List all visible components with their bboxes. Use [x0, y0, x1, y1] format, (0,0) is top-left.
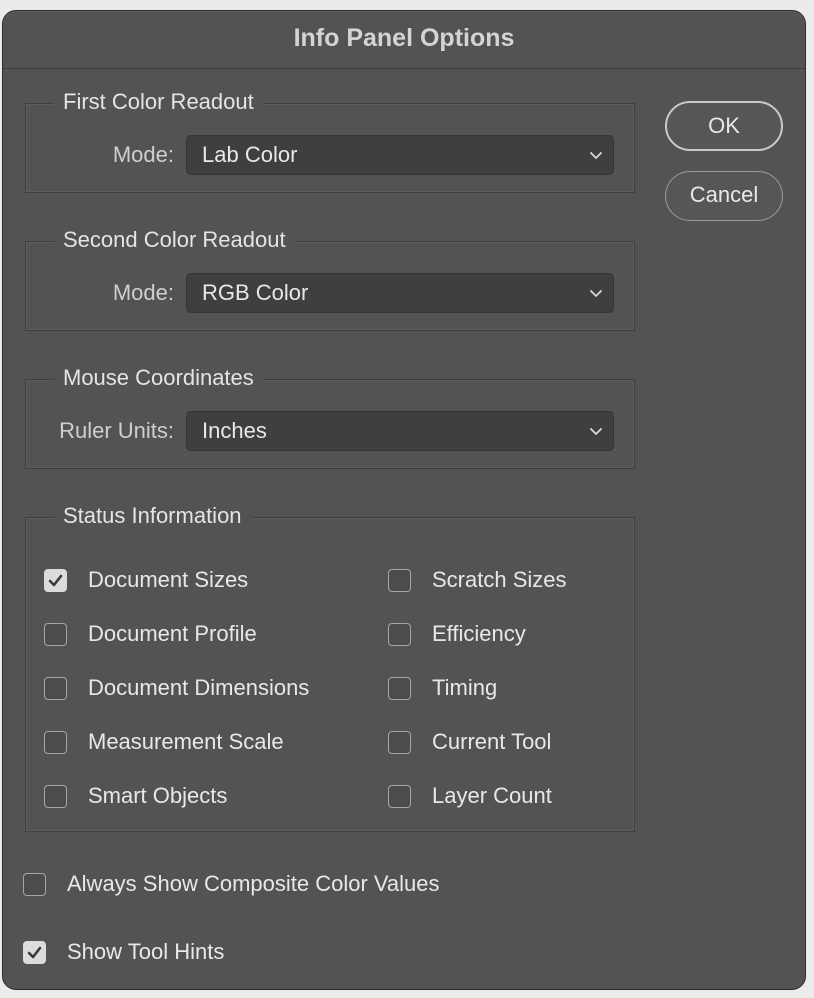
status-information-title: Status Information: [54, 502, 251, 530]
checkbox-box[interactable]: [44, 568, 67, 592]
first-mode-label: Mode:: [112, 142, 174, 167]
document-sizes-checkbox[interactable]: Document Sizes: [44, 566, 248, 594]
current-tool-checkbox[interactable]: Current Tool: [388, 728, 551, 756]
second-mode-select[interactable]: RGB Color: [186, 273, 614, 313]
checkbox-box[interactable]: [44, 676, 67, 700]
chevron-down-icon: [590, 152, 602, 159]
ruler-units-value: Inches: [202, 418, 267, 443]
show-tool-hints-checkbox[interactable]: Show Tool Hints: [23, 938, 224, 966]
first-color-readout-group: First Color Readout Mode: Lab Color: [25, 88, 635, 193]
ok-button[interactable]: OK: [665, 101, 783, 151]
smart-objects-checkbox[interactable]: Smart Objects: [44, 782, 227, 810]
document-profile-label: Document Profile: [88, 621, 257, 646]
efficiency-label: Efficiency: [432, 621, 526, 646]
second-color-readout-title: Second Color Readout: [54, 226, 295, 254]
cancel-button[interactable]: Cancel: [665, 171, 783, 221]
scratch-sizes-label: Scratch Sizes: [432, 567, 567, 592]
measurement-scale-checkbox[interactable]: Measurement Scale: [44, 728, 284, 756]
document-profile-checkbox[interactable]: Document Profile: [44, 620, 257, 648]
layer-count-checkbox[interactable]: Layer Count: [388, 782, 552, 810]
dialog-title: Info Panel Options: [3, 11, 805, 69]
second-mode-label: Mode:: [112, 280, 174, 305]
scratch-sizes-checkbox[interactable]: Scratch Sizes: [388, 566, 567, 594]
efficiency-checkbox[interactable]: Efficiency: [388, 620, 526, 648]
checkbox-box[interactable]: [388, 622, 411, 646]
second-color-readout-group: Second Color Readout Mode: RGB Color: [25, 226, 635, 331]
status-information-group: Status Information Document Sizes Docume…: [25, 502, 635, 832]
checkbox-box[interactable]: [388, 568, 411, 592]
document-dimensions-checkbox[interactable]: Document Dimensions: [44, 674, 309, 702]
layer-count-label: Layer Count: [432, 783, 552, 808]
ruler-units-select[interactable]: Inches: [186, 411, 614, 451]
mouse-coordinates-title: Mouse Coordinates: [54, 364, 263, 392]
mouse-coordinates-group: Mouse Coordinates Ruler Units: Inches: [25, 364, 635, 469]
checkbox-box[interactable]: [388, 730, 411, 754]
show-tool-hints-label: Show Tool Hints: [67, 939, 225, 964]
checkbox-box[interactable]: [388, 676, 411, 700]
checkbox-box[interactable]: [44, 622, 67, 646]
checkbox-box[interactable]: [44, 730, 67, 754]
checkbox-box[interactable]: [23, 872, 46, 896]
checkbox-box[interactable]: [44, 784, 67, 808]
second-mode-value: RGB Color: [202, 280, 309, 305]
first-color-readout-title: First Color Readout: [54, 88, 263, 116]
checkbox-box[interactable]: [23, 940, 46, 964]
chevron-down-icon: [590, 428, 602, 435]
info-panel-options-dialog: Info Panel Options OK Cancel First Color…: [2, 10, 806, 990]
first-mode-value: Lab Color: [202, 142, 298, 167]
document-dimensions-label: Document Dimensions: [88, 675, 310, 700]
timing-checkbox[interactable]: Timing: [388, 674, 497, 702]
always-show-composite-checkbox[interactable]: Always Show Composite Color Values: [23, 870, 440, 898]
document-sizes-label: Document Sizes: [88, 567, 249, 592]
checkmark-icon: [48, 574, 63, 586]
checkbox-box[interactable]: [388, 784, 411, 808]
smart-objects-label: Smart Objects: [88, 783, 228, 808]
first-mode-select[interactable]: Lab Color: [186, 135, 614, 175]
measurement-scale-label: Measurement Scale: [88, 729, 284, 754]
current-tool-label: Current Tool: [432, 729, 552, 754]
ruler-units-label: Ruler Units:: [59, 418, 174, 443]
always-show-composite-label: Always Show Composite Color Values: [67, 871, 440, 896]
chevron-down-icon: [590, 290, 602, 297]
timing-label: Timing: [432, 675, 498, 700]
checkmark-icon: [27, 946, 42, 958]
